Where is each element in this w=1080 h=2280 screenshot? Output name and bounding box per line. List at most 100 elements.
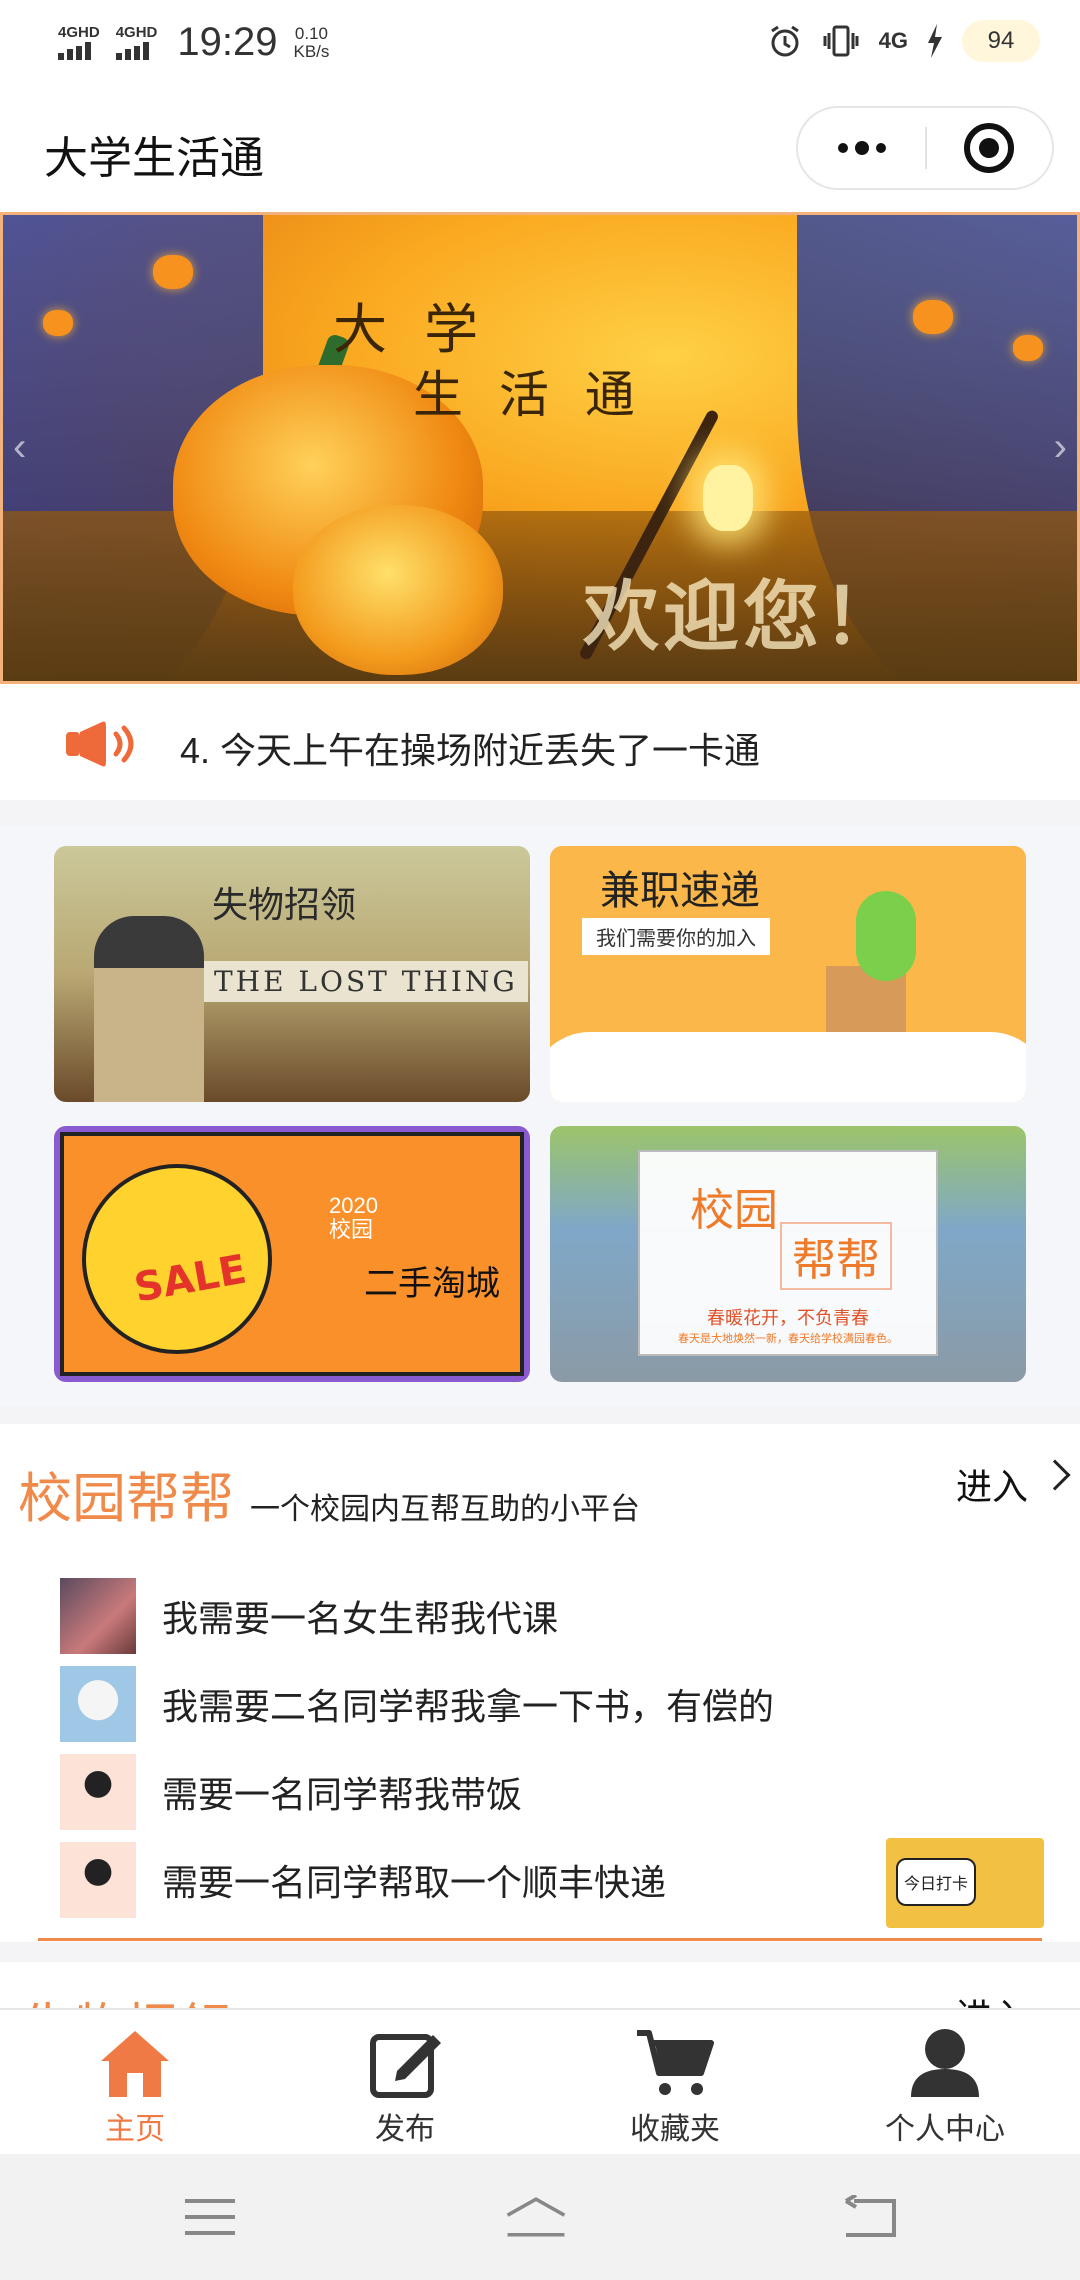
list-item-text: 我需要二名同学帮我拿一下书，有偿的 (162, 1686, 775, 1727)
pumpkin-small (293, 505, 503, 675)
back-icon[interactable] (838, 2190, 902, 2244)
system-navigation-bar (0, 2154, 1080, 2280)
list-item[interactable]: 需要一名同学帮我带饭 (60, 1748, 1020, 1836)
section-enter-link[interactable]: 进入 (956, 1458, 1028, 1510)
section-divider (38, 1938, 1042, 1941)
battery-level: 94 (987, 27, 1015, 54)
status-right: 4G 94 (767, 20, 1040, 62)
list-item[interactable]: 我需要一名女生帮我代课 (60, 1572, 1020, 1660)
cart-icon (635, 2024, 715, 2102)
second-hand-year: 2020 (329, 1193, 378, 1218)
banner-ground (3, 511, 1077, 681)
navigation-bar: 大学生活通 (0, 84, 1080, 212)
avatar (60, 1754, 136, 1830)
dot-icon (837, 143, 848, 153)
lost-and-found-section: 失物招领 进入 (0, 1962, 1080, 2010)
campus-help-section: 校园帮帮 一个校园内互帮互助的小平台 进入 我需要一名女生帮我代课 我需要二名同… (0, 1424, 1080, 1942)
chevron-right-icon[interactable] (1039, 1459, 1071, 1491)
campus-help-slogan: 春暖花开，不负青春 (707, 1308, 869, 1328)
card-second-title: 二手淘城 (364, 1265, 500, 1303)
tab-publish[interactable]: 发布 (270, 2010, 540, 2154)
notice-text: 4. 今天上午在操场附近丢失了一卡通 (180, 730, 761, 771)
list-item[interactable]: 需要一名同学帮取一个顺丰快递 (60, 1836, 1020, 1924)
banner-title-line1: 大 学 (333, 298, 489, 361)
banner-prev-arrow-icon[interactable]: ‹ (13, 425, 26, 470)
tab-profile[interactable]: 个人中心 (810, 2010, 1080, 2154)
signal-label-sim1: 4GHD (58, 24, 100, 41)
frog-icon (856, 891, 916, 981)
card-job-title: 兼职速递 (600, 869, 760, 913)
campus-help-frame: 校园 帮帮 春暖花开，不负青春 春天是大地焕然一新，春天给学校满园春色。 (638, 1150, 938, 1356)
close-mini-program-button[interactable] (927, 108, 1052, 188)
section-enter-link[interactable]: 进入 (956, 1988, 1028, 2010)
daily-checkin-button[interactable]: 今日打卡 (886, 1838, 1044, 1928)
dot-icon (854, 141, 869, 155)
mini-program-capsule (796, 106, 1054, 190)
second-hand-panel: SALE 2020 校园 二手淘城 (60, 1132, 524, 1376)
section-title: 校园帮帮 (18, 1467, 234, 1530)
network-speed: 0.10 KB/s (293, 23, 330, 61)
tab-label: 个人中心 (885, 2113, 1005, 2146)
signal-bars-icon (115, 42, 149, 60)
list-item-text: 需要一名同学帮取一个顺丰快递 (162, 1862, 667, 1903)
charging-icon (928, 24, 942, 58)
lantern-pumpkin-icon (43, 310, 73, 336)
list-item-text: 需要一名同学帮我带饭 (162, 1774, 523, 1815)
status-bar: 4GHD 4GHD 19:29 0.10 KB/s 4G 94 (0, 0, 1080, 84)
tab-bar: 主页 发布 收藏夹 个人中心 (0, 2008, 1080, 2154)
signal-sim2: 4GHD (115, 24, 158, 60)
status-time: 19:29 (177, 20, 278, 64)
campus-help-small-text: 春天是大地焕然一新，春天给学校满园春色。 (678, 1333, 898, 1345)
tab-home[interactable]: 主页 (0, 2010, 270, 2154)
alarm-icon (770, 25, 799, 57)
avatar (60, 1578, 136, 1654)
help-request-list: 我需要一名女生帮我代课 我需要二名同学帮我拿一下书，有偿的 需要一名同学帮我带饭… (60, 1572, 1020, 1924)
target-icon (964, 123, 1015, 173)
card-job-subtitle: 我们需要你的加入 (582, 918, 770, 955)
avatar (60, 1842, 136, 1918)
banner-carousel[interactable]: 大 学 生 活 通 欢迎您！ ‹ › (0, 212, 1080, 684)
network-speed-value: 0.10 (294, 23, 328, 43)
status-left: 4GHD 4GHD 19:29 0.10 KB/s (58, 20, 329, 65)
category-grid: 失物招领 THE LOST THING 兼职速递 我们需要你的加入 SALE 2… (0, 826, 1080, 1406)
speaker-icon (66, 721, 134, 767)
signal-bars-icon (58, 42, 91, 60)
section-title: 失物招领 (22, 1986, 230, 2010)
dot-icon (875, 143, 886, 153)
lantern-pumpkin-icon (153, 255, 193, 289)
vibrate-icon (823, 25, 859, 57)
network-speed-unit: KB/s (293, 41, 330, 61)
tab-label: 主页 (105, 2113, 165, 2146)
card-second-hand-market[interactable]: SALE 2020 校园 二手淘城 (54, 1126, 530, 1382)
avatar (60, 1666, 136, 1742)
home-nav-icon[interactable] (504, 2190, 568, 2244)
home-icon (95, 2024, 175, 2102)
tab-label: 发布 (375, 2113, 435, 2146)
tab-label: 收藏夹 (630, 2113, 720, 2146)
signal-sim1: 4GHD (58, 25, 100, 60)
banner-title-line2: 生 活 通 (413, 366, 645, 424)
list-item-text: 我需要一名女生帮我代课 (162, 1598, 559, 1639)
lost-thing-sign: THE LOST THING (204, 961, 528, 1002)
lantern-pumpkin-icon (1013, 335, 1043, 361)
card-campus-help[interactable]: 校园 帮帮 春暖花开，不负青春 春天是大地焕然一新，春天给学校满园春色。 (550, 1126, 1026, 1382)
signal-label-sim2: 4GHD (115, 24, 158, 41)
notice-bar[interactable]: 4. 今天上午在操场附近丢失了一卡通 (0, 684, 1080, 800)
list-item[interactable]: 我需要二名同学帮我拿一下书，有偿的 (60, 1660, 1020, 1748)
battery-icon: 94 (962, 20, 1040, 62)
card-lost-title: 失物招领 (212, 884, 357, 925)
tab-favorites[interactable]: 收藏夹 (540, 2010, 810, 2154)
lost-thing-character (94, 916, 204, 1102)
lantern-pumpkin-icon (913, 300, 953, 334)
more-button[interactable] (798, 108, 925, 188)
user-icon (905, 2024, 985, 2102)
card-part-time-jobs[interactable]: 兼职速递 我们需要你的加入 (550, 846, 1026, 1102)
lantern-icon (703, 465, 753, 531)
card-lost-and-found[interactable]: 失物招领 THE LOST THING (54, 846, 530, 1102)
campus-help-title1: 校园 (690, 1186, 778, 1235)
menu-icon[interactable] (178, 2190, 242, 2244)
section-subtitle: 一个校园内互帮互助的小平台 (250, 1493, 640, 1526)
banner-next-arrow-icon[interactable]: › (1054, 425, 1067, 470)
second-hand-campus: 校园 (329, 1217, 374, 1242)
page-title: 大学生活通 (44, 134, 264, 183)
